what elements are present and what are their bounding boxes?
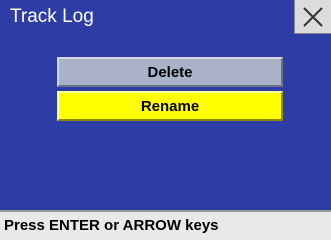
close-button[interactable] (294, 0, 331, 34)
title-bar: Track Log (0, 0, 331, 34)
close-icon (302, 6, 324, 28)
status-text: Press ENTER or ARROW keys (4, 217, 219, 234)
delete-button[interactable]: Delete (57, 57, 283, 87)
page-title: Track Log (10, 6, 94, 27)
status-bar: Press ENTER or ARROW keys (0, 210, 331, 240)
rename-button[interactable]: Rename (57, 91, 283, 121)
rename-button-label: Rename (140, 97, 200, 115)
track-log-screen: Track Log Delete Rename Press ENTER or A… (0, 0, 331, 240)
delete-button-label: Delete (147, 63, 193, 81)
